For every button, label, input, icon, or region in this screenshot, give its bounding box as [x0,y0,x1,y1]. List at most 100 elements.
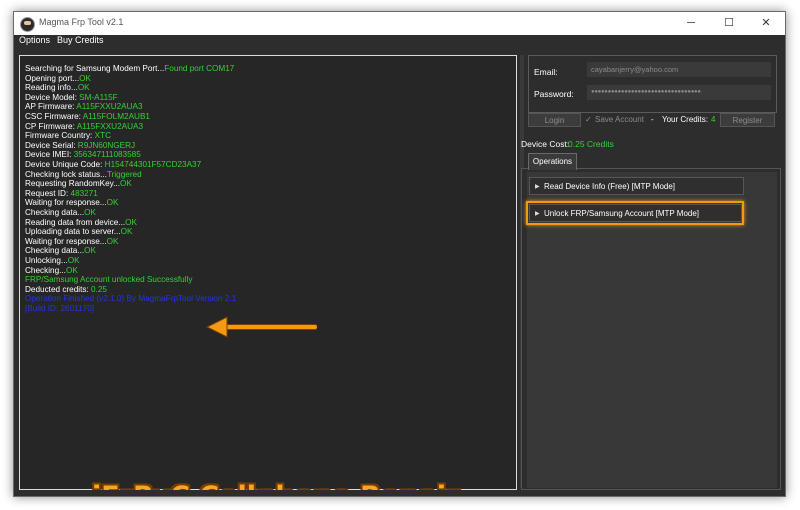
device-cost-value: 0.25 Credits [568,139,614,149]
log-line: Uploading data to server...OK [25,227,132,237]
device-cost-label: Device Cost: [521,139,570,149]
log-value: 483271 [70,188,98,198]
log-value: OK [77,83,90,93]
email-field[interactable]: cayabanjerry@yahoo.com [587,62,771,77]
log-value: Triggered [106,169,142,179]
log-label: Checking... [25,265,66,275]
title-bar: Magma Frp Tool v2.1 ─ ☐ ✕ [14,12,785,35]
log-label: Deducted credits: [25,284,91,294]
log-label: Checking data... [25,246,85,256]
log-line: Unlocking...OK [25,256,80,266]
separator-dash: - [651,115,654,124]
log-value: 356347111083585 [73,150,141,160]
log-value: OK [125,217,137,227]
log-line: CSC Firmware: A115FOLM2AUB1 [25,112,150,122]
log-label: Searching for Samsung Modem Port... [25,64,165,73]
log-value: OK [84,208,97,217]
log-value: OK [67,256,80,265]
log-value: A115FOLM2AUB1 [82,112,150,121]
log-line: Waiting for response...OK [25,237,118,247]
log-line: Operation Finished (v2.1.0) By MagmaFrpT… [25,294,236,304]
log-value: OK [79,73,92,83]
log-value: A115FXXU2AUA3 [76,102,143,112]
save-account-label: Save Account [595,115,644,124]
arrow-annotation-icon [205,316,317,338]
log-value: OK [65,265,78,275]
password-field[interactable]: ●●●●●●●●●●●●●●●●●●●●●●●●●●●●●●●●● [587,85,771,100]
log-value: 0.25 [91,284,107,294]
close-button[interactable]: ✕ [747,12,785,35]
log-value: XTC [94,131,111,141]
chevron-right-icon: ▶ [535,184,540,190]
log-line: Checking...OK [25,266,78,276]
window-title: Magma Frp Tool v2.1 [39,17,124,27]
log-line: Checking lock status...Triggered [25,170,142,180]
log-line: AP Firmware: A115FXXU2AUA3 [25,102,143,112]
menu-bar: Options Buy Credits [14,35,785,48]
log-value: SM-A115F [79,92,118,102]
log-value: FRP/Samsung Account unlocked Successfull… [25,275,193,285]
log-value: [Build ID: 2601170] [25,304,95,313]
log-value: OK [106,198,119,208]
log-label: Opening port... [25,73,80,83]
log-value: OK [119,179,132,189]
log-line: Waiting for response...OK [25,198,118,208]
register-button[interactable]: Register [720,113,775,127]
log-label: CSC Firmware: [25,112,83,121]
log-line: Requesting RandomKey...OK [25,179,132,189]
log-label: Device Unique Code: [25,160,105,169]
log-label: Device Serial: [25,140,78,150]
log-line: Checking data...OK [25,208,96,218]
log-label: Request ID: [25,188,71,198]
log-line: Device Model: SM-A115F [25,93,118,103]
log-line: Request ID: 483271 [25,189,98,199]
log-value: H154744301F57CD23A37 [104,160,202,169]
maximize-button[interactable]: ☐ [710,12,748,35]
app-window: Magma Frp Tool v2.1 ─ ☐ ✕ Options Buy Cr… [13,11,786,497]
log-line: Checking data...OK [25,246,96,256]
your-credits-value: 4 [711,115,716,124]
log-console[interactable]: Searching for Samsung Modem Port...Found… [19,55,517,496]
minimize-button[interactable]: ─ [672,12,710,35]
log-label: Waiting for response... [25,198,107,208]
email-label: Email: [534,67,558,77]
log-label: Reading info... [25,83,78,93]
operation-read-device-info[interactable]: ▶ Read Device Info (Free) [MTP Mode] [529,177,744,195]
log-line: [Build ID: 2601170] [25,304,94,314]
log-line: Reading data from device...OK [25,218,137,228]
login-button[interactable]: Login [528,113,581,127]
log-label: Checking lock status... [25,169,107,179]
log-label: Uploading data to server... [25,227,121,237]
log-line: Opening port...OK [25,74,91,84]
log-value: OK [84,246,97,256]
menu-options[interactable]: Options [19,35,50,45]
log-value: A115FXXU2AUA3 [76,121,144,131]
password-label: Password: [534,89,574,99]
log-label: Firmware Country: [25,131,95,141]
log-label: Reading data from device... [25,217,126,227]
log-value: Operation Finished (v2.1.0) By MagmaFrpT… [25,294,237,304]
tab-operations[interactable]: Operations [528,153,577,170]
log-label: Requesting RandomKey... [25,179,120,189]
log-line: Device Unique Code: H154744301F57CD23A37 [25,160,201,170]
log-line: FRP/Samsung Account unlocked Successfull… [25,275,192,285]
log-value: OK [106,236,119,246]
log-line: Firmware Country: XTC [25,131,111,141]
log-label: CP Firmware: [25,121,77,131]
log-label: AP Firmware: [25,102,77,112]
save-account-checkbox[interactable]: ✓ [585,115,592,124]
log-value: OK [120,227,133,237]
log-label: Waiting for response... [25,236,107,246]
menu-buy-credits[interactable]: Buy Credits [57,35,104,45]
log-line: Reading info...OK [25,83,90,93]
account-panel: Email: cayabanjerry@yahoo.com Password: … [528,55,777,113]
log-line: Searching for Samsung Modem Port...Found… [25,64,234,74]
log-value: R9JN60NGERJ [77,140,136,150]
log-label: Device Model: [25,92,80,102]
log-value: Found port COM17 [164,64,235,73]
status-bar [14,490,785,496]
log-line: Device IMEI: 356347111083585 [25,150,141,160]
log-label: Device IMEI: [25,150,74,160]
log-line: Device Serial: R9JN60NGERJ [25,141,135,151]
operation-label: Read Device Info (Free) [MTP Mode] [544,182,676,191]
